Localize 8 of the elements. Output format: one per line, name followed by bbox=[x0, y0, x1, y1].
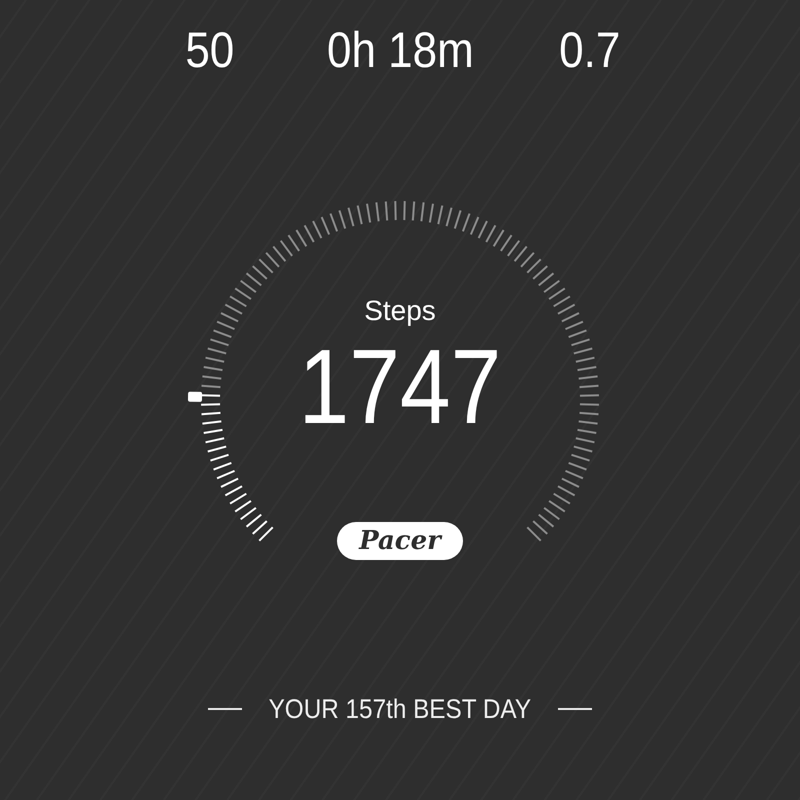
steps-count: 1747 bbox=[298, 332, 502, 442]
stat-value: 50 bbox=[186, 21, 234, 80]
stat-value: 0h 18m bbox=[326, 21, 474, 80]
best-day-rank: YOUR 157th BEST DAY bbox=[268, 693, 532, 726]
stat-value: 0.7 bbox=[559, 21, 621, 80]
progress-marker bbox=[188, 392, 202, 402]
steps-label: Steps bbox=[364, 294, 436, 328]
brand-logo: Pacer bbox=[337, 522, 463, 560]
